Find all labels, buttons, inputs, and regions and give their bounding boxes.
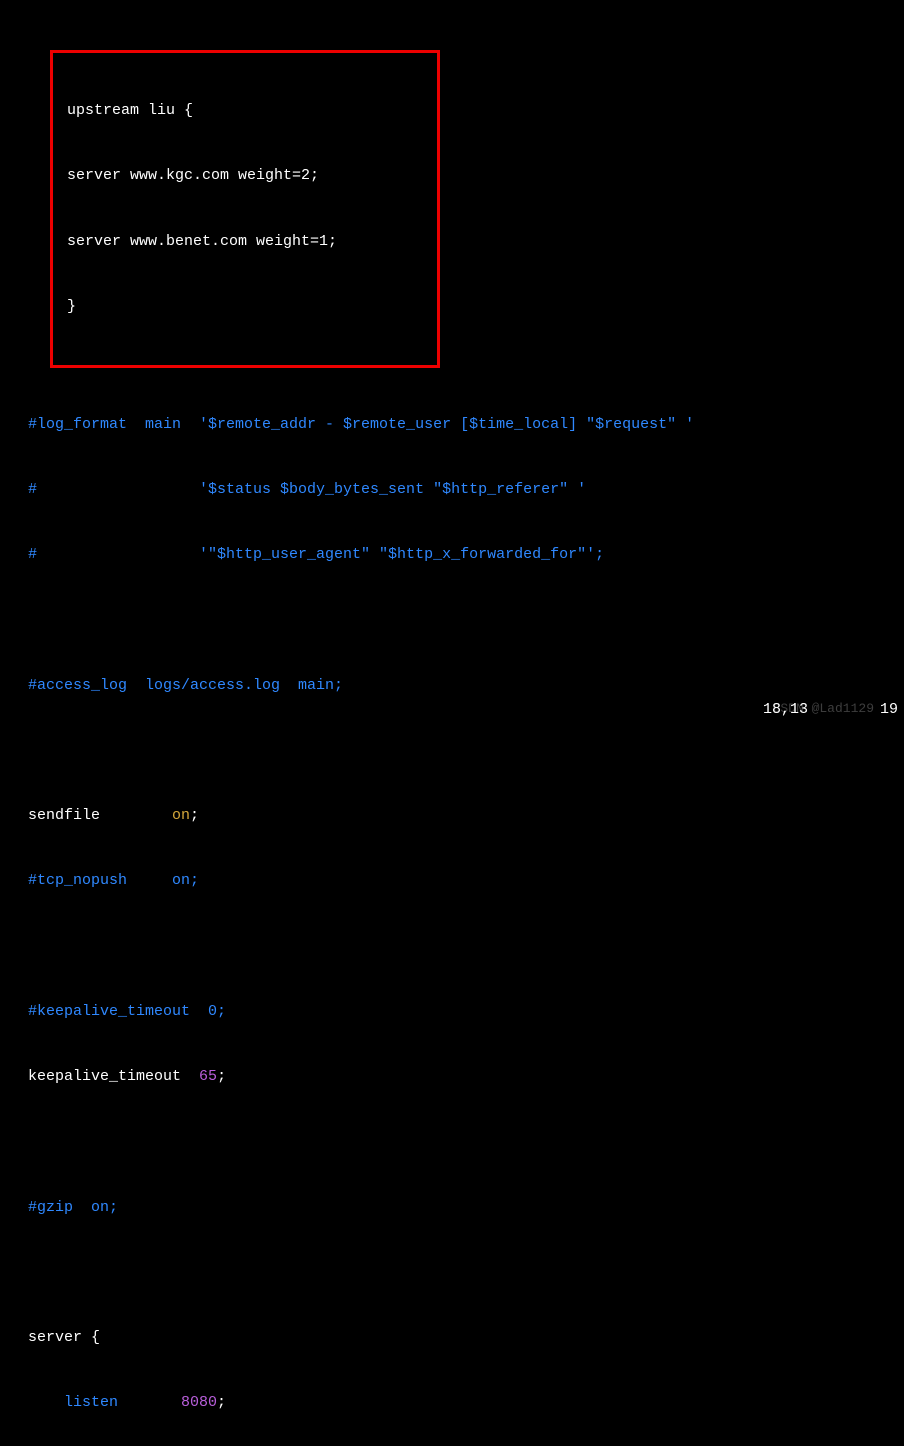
- upstream-block-highlight: upstream liu { server www.kgc.com weight…: [50, 50, 440, 369]
- config-line: }: [67, 296, 423, 318]
- config-line: upstream liu {: [67, 100, 423, 122]
- cursor-position: 18,13: [763, 701, 808, 718]
- config-line: sendfile on;: [0, 805, 904, 827]
- config-line: listen 8080;: [0, 1392, 904, 1414]
- blank-line: [0, 936, 904, 958]
- config-line: server www.kgc.com weight=2;: [67, 165, 423, 187]
- config-line: server {: [0, 1327, 904, 1349]
- vim-status-bar: 18,13 19: [763, 699, 898, 721]
- comment-line: # '$status $body_bytes_sent "$http_refer…: [0, 479, 904, 501]
- config-line: keepalive_timeout 65;: [0, 1066, 904, 1088]
- comment-line: #gzip on;: [0, 1197, 904, 1219]
- comment-line: # '"$http_user_agent" "$http_x_forwarded…: [0, 544, 904, 566]
- blank-line: [0, 1262, 904, 1284]
- comment-line: #access_log logs/access.log main;: [0, 675, 904, 697]
- config-line: server www.benet.com weight=1;: [67, 231, 423, 253]
- scroll-percent: 19: [880, 701, 898, 718]
- blank-line: [0, 1131, 904, 1153]
- editor-content[interactable]: upstream liu { server www.kgc.com weight…: [0, 0, 904, 1446]
- comment-line: #keepalive_timeout 0;: [0, 1001, 904, 1023]
- comment-line: #log_format main '$remote_addr - $remote…: [0, 414, 904, 436]
- blank-line: [0, 609, 904, 631]
- blank-line: [0, 740, 904, 762]
- comment-line: #tcp_nopush on;: [0, 870, 904, 892]
